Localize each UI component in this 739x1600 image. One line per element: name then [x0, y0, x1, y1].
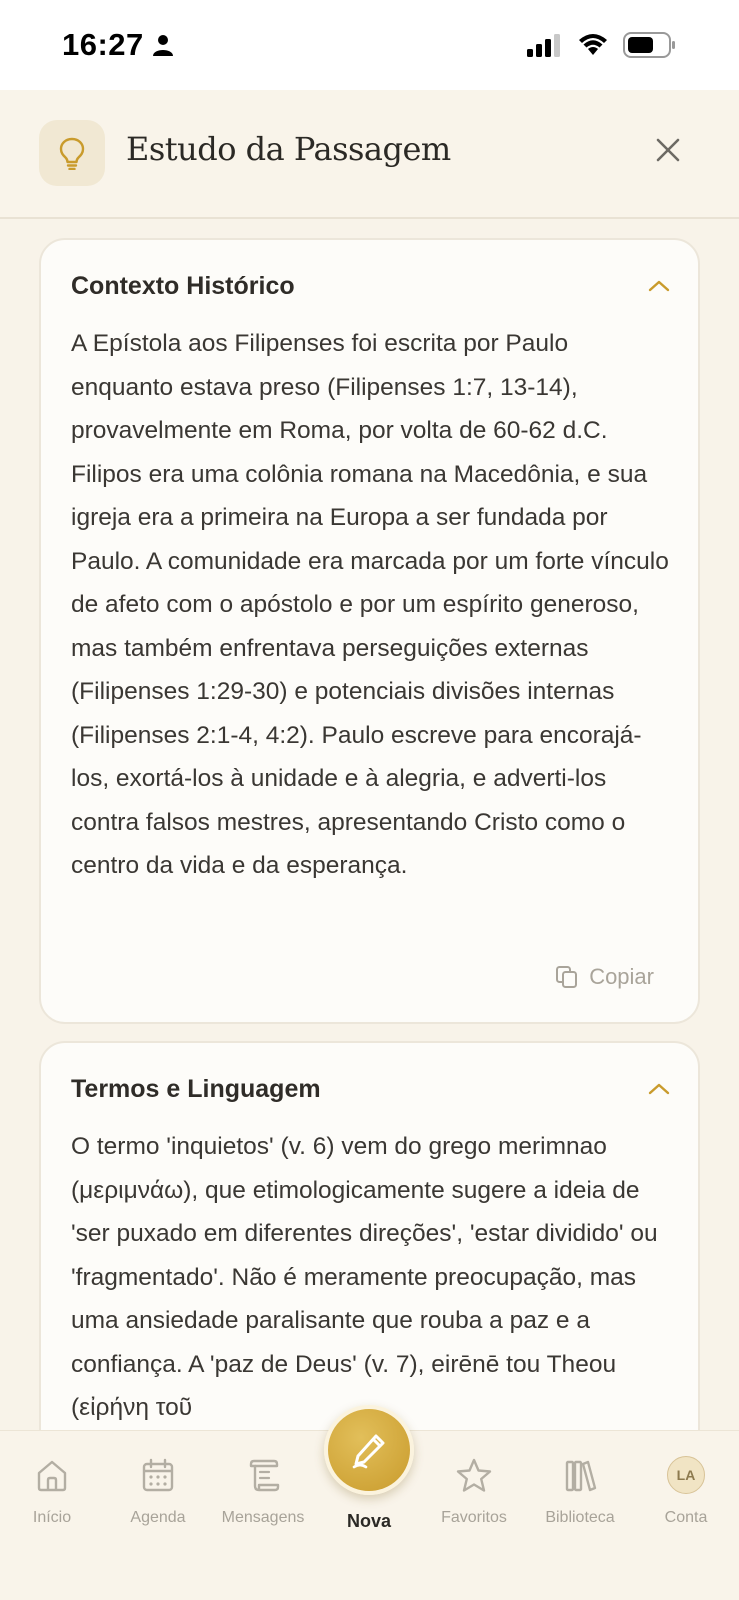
lightbulb-icon	[59, 137, 85, 170]
study-content[interactable]: Contexto Histórico A Epístola aos Filipe…	[0, 221, 739, 1430]
nav-label: Biblioteca	[545, 1509, 615, 1526]
nav-label: Favoritos	[441, 1509, 507, 1526]
status-time: 16:27	[62, 27, 174, 63]
star-icon	[456, 1458, 492, 1492]
nav-label: Mensagens	[221, 1509, 305, 1526]
battery-icon	[623, 32, 675, 58]
status-bar: 16:27	[0, 0, 739, 90]
historical-context-card: Contexto Histórico A Epístola aos Filipe…	[39, 238, 700, 1024]
nav-item-mensagens[interactable]: Mensagens	[213, 1453, 313, 1543]
copy-icon	[556, 966, 578, 988]
wifi-icon	[579, 34, 607, 55]
library-icon	[565, 1460, 597, 1492]
status-time-text: 16:27	[62, 27, 144, 62]
nav-label: Início	[32, 1509, 72, 1526]
status-icons	[527, 32, 677, 58]
close-button[interactable]	[648, 130, 688, 170]
page-title: Estudo da Passagem	[126, 130, 451, 168]
close-icon	[656, 138, 680, 162]
terms-language-toggle[interactable]: Termos e Linguagem	[71, 1069, 671, 1109]
nav-label: Agenda	[130, 1509, 186, 1526]
card-body-text: A Epístola aos Filipenses foi escrita po…	[71, 330, 669, 879]
person-icon	[152, 35, 173, 56]
nav-item-biblioteca[interactable]: Biblioteca	[530, 1453, 630, 1543]
nav-item-conta[interactable]: LA Conta	[636, 1453, 736, 1543]
terms-language-card: Termos e Linguagem O termo 'inquietos' (…	[39, 1041, 700, 1430]
card-title: Termos e Linguagem	[71, 1074, 321, 1103]
lightbulb-icon-box	[39, 120, 105, 186]
copy-button[interactable]: Copiar	[555, 964, 654, 990]
new-study-button[interactable]	[324, 1405, 414, 1495]
signal-icon	[527, 34, 560, 57]
study-header: Estudo da Passagem	[0, 90, 739, 219]
home-icon	[37, 1460, 67, 1492]
historical-context-toggle[interactable]: Contexto Histórico	[71, 266, 671, 306]
nav-item-nova-label[interactable]: Nova	[319, 1511, 419, 1532]
pen-icon	[352, 1434, 385, 1469]
avatar: LA	[667, 1456, 705, 1494]
nav-item-agenda[interactable]: Agenda	[108, 1453, 208, 1543]
scroll-icon	[249, 1459, 280, 1492]
calendar-icon	[142, 1458, 174, 1492]
card-title: Contexto Histórico	[71, 271, 295, 300]
card-body-text: O termo 'inquietos' (v. 6) vem do grego …	[71, 1133, 658, 1421]
nav-item-favoritos[interactable]: Favoritos	[424, 1453, 524, 1543]
nav-item-inicio[interactable]: Início	[2, 1453, 102, 1543]
nav-label: Conta	[664, 1509, 708, 1526]
chevron-up-icon	[648, 1083, 670, 1095]
copy-label: Copiar	[589, 964, 654, 989]
chevron-up-icon	[648, 280, 670, 292]
